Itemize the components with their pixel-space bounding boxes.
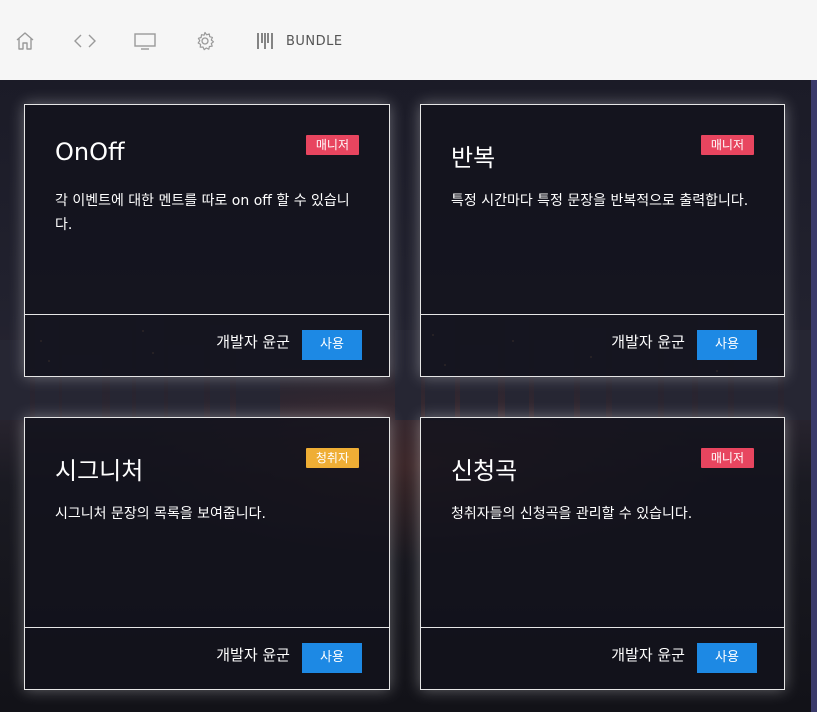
role-badge: 매니저 bbox=[305, 135, 359, 155]
gear-icon bbox=[197, 31, 215, 51]
plugin-card-signature: 시그니처 청취자 시그니처 문장의 목록을 보여줍니다. 개발자 윤군 사용 bbox=[24, 417, 390, 690]
top-toolbar: BUNDLE bbox=[0, 0, 817, 80]
author-label: 개발자 윤군 bbox=[216, 646, 290, 664]
plugin-card-song-request: 신청곡 매니저 청취자들의 신청곡을 관리할 수 있습니다. 개발자 윤군 사용 bbox=[420, 417, 785, 690]
author-label: 개발자 윤군 bbox=[216, 333, 290, 351]
plugin-card-onoff: OnOff 매니저 각 이벤트에 대한 멘트를 따로 on off 할 수 있습… bbox=[24, 104, 390, 377]
card-footer: 개발자 윤군 사용 bbox=[421, 314, 784, 376]
author-label: 개발자 윤군 bbox=[611, 646, 685, 664]
use-button[interactable]: 사용 bbox=[302, 643, 362, 673]
role-badge: 청취자 bbox=[305, 448, 359, 468]
settings-button[interactable] bbox=[192, 28, 218, 54]
card-description: 각 이벤트에 대한 멘트를 따로 on off 할 수 있습니다. bbox=[55, 193, 350, 233]
card-title: 신청곡 bbox=[451, 457, 518, 485]
card-description: 청취자들의 신청곡을 관리할 수 있습니다. bbox=[451, 506, 693, 522]
background-scene: OnOff 매니저 각 이벤트에 대한 멘트를 따로 on off 할 수 있습… bbox=[0, 80, 817, 712]
home-button[interactable] bbox=[12, 28, 38, 54]
barcode-icon bbox=[257, 33, 273, 49]
plugin-card-repeat: 반복 매니저 특정 시간마다 특정 문장을 반복적으로 출력합니다. 개발자 윤… bbox=[420, 104, 785, 377]
card-footer: 개발자 윤군 사용 bbox=[25, 314, 389, 376]
author-label: 개발자 윤군 bbox=[611, 333, 685, 351]
card-footer: 개발자 윤군 사용 bbox=[25, 627, 389, 689]
card-description: 시그니처 문장의 목록을 보여줍니다. bbox=[55, 506, 266, 522]
card-description: 특정 시간마다 특정 문장을 반복적으로 출력합니다. bbox=[451, 193, 749, 209]
use-button[interactable]: 사용 bbox=[697, 330, 757, 360]
card-title: OnOff bbox=[55, 138, 125, 166]
home-icon bbox=[16, 32, 34, 50]
monitor-icon bbox=[134, 33, 156, 50]
code-icon bbox=[74, 34, 96, 48]
bundle-label: BUNDLE bbox=[286, 33, 343, 49]
code-button[interactable] bbox=[72, 28, 98, 54]
role-badge: 매니저 bbox=[700, 135, 754, 155]
role-badge: 매니저 bbox=[700, 448, 754, 468]
use-button[interactable]: 사용 bbox=[697, 643, 757, 673]
monitor-button[interactable] bbox=[132, 28, 158, 54]
card-title: 시그니처 bbox=[55, 457, 144, 485]
bundle-button[interactable]: BUNDLE bbox=[256, 28, 343, 54]
card-footer: 개발자 윤군 사용 bbox=[421, 627, 784, 689]
card-title: 반복 bbox=[451, 144, 496, 172]
use-button[interactable]: 사용 bbox=[302, 330, 362, 360]
